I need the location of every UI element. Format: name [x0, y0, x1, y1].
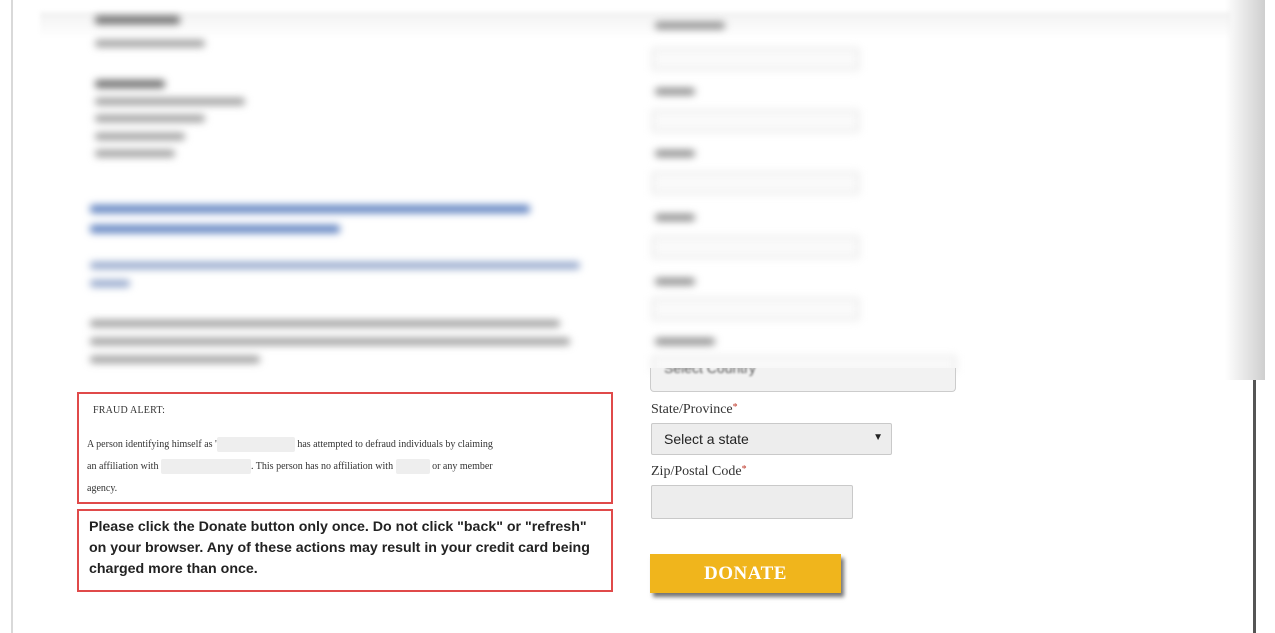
- state-label-text: State/Province: [651, 402, 733, 417]
- country-select[interactable]: Select Country: [650, 368, 956, 392]
- fraud-alert-title: FRAUD ALERT:: [93, 405, 166, 416]
- fraud-alert-line3: agency.: [87, 483, 118, 494]
- fraud-alert-box: FRAUD ALERT: A person identifying himsel…: [77, 392, 613, 504]
- fraud-alert-line1-post: has attempted to defraud individuals by …: [297, 439, 493, 450]
- fraud-alert-text: A person identifying himself as ' has at…: [87, 434, 602, 500]
- country-select-value: Select Country: [664, 368, 756, 376]
- donate-button[interactable]: DONATE: [650, 554, 841, 593]
- zip-label-text: Zip/Postal Code: [651, 464, 742, 479]
- state-select-value: Select a state: [664, 431, 749, 447]
- fraud-alert-line1-pre: A person identifying himself as ': [87, 439, 217, 450]
- donate-once-notice: Please click the Donate button only once…: [77, 509, 613, 592]
- redacted-name: [216, 437, 295, 453]
- required-marker: *: [741, 464, 747, 475]
- zip-input[interactable]: [651, 485, 853, 519]
- state-label: State/Province*: [651, 402, 738, 418]
- required-marker: *: [732, 402, 738, 413]
- page-right-border: [1253, 380, 1256, 633]
- fraud-alert-line2-post: or any member: [432, 461, 493, 472]
- state-select[interactable]: Select a state ▼: [651, 423, 892, 455]
- scroll-shadow: [1225, 0, 1265, 380]
- blurred-content-region: [0, 0, 1275, 380]
- zip-label: Zip/Postal Code*: [651, 464, 747, 480]
- fraud-alert-line2-mid: . This person has no affiliation with: [250, 461, 394, 472]
- fraud-alert-line2-pre: an affiliation with: [87, 461, 159, 472]
- redacted-organization-short: [395, 459, 430, 475]
- redacted-organization: [160, 459, 251, 475]
- chevron-down-icon: ▼: [873, 432, 883, 443]
